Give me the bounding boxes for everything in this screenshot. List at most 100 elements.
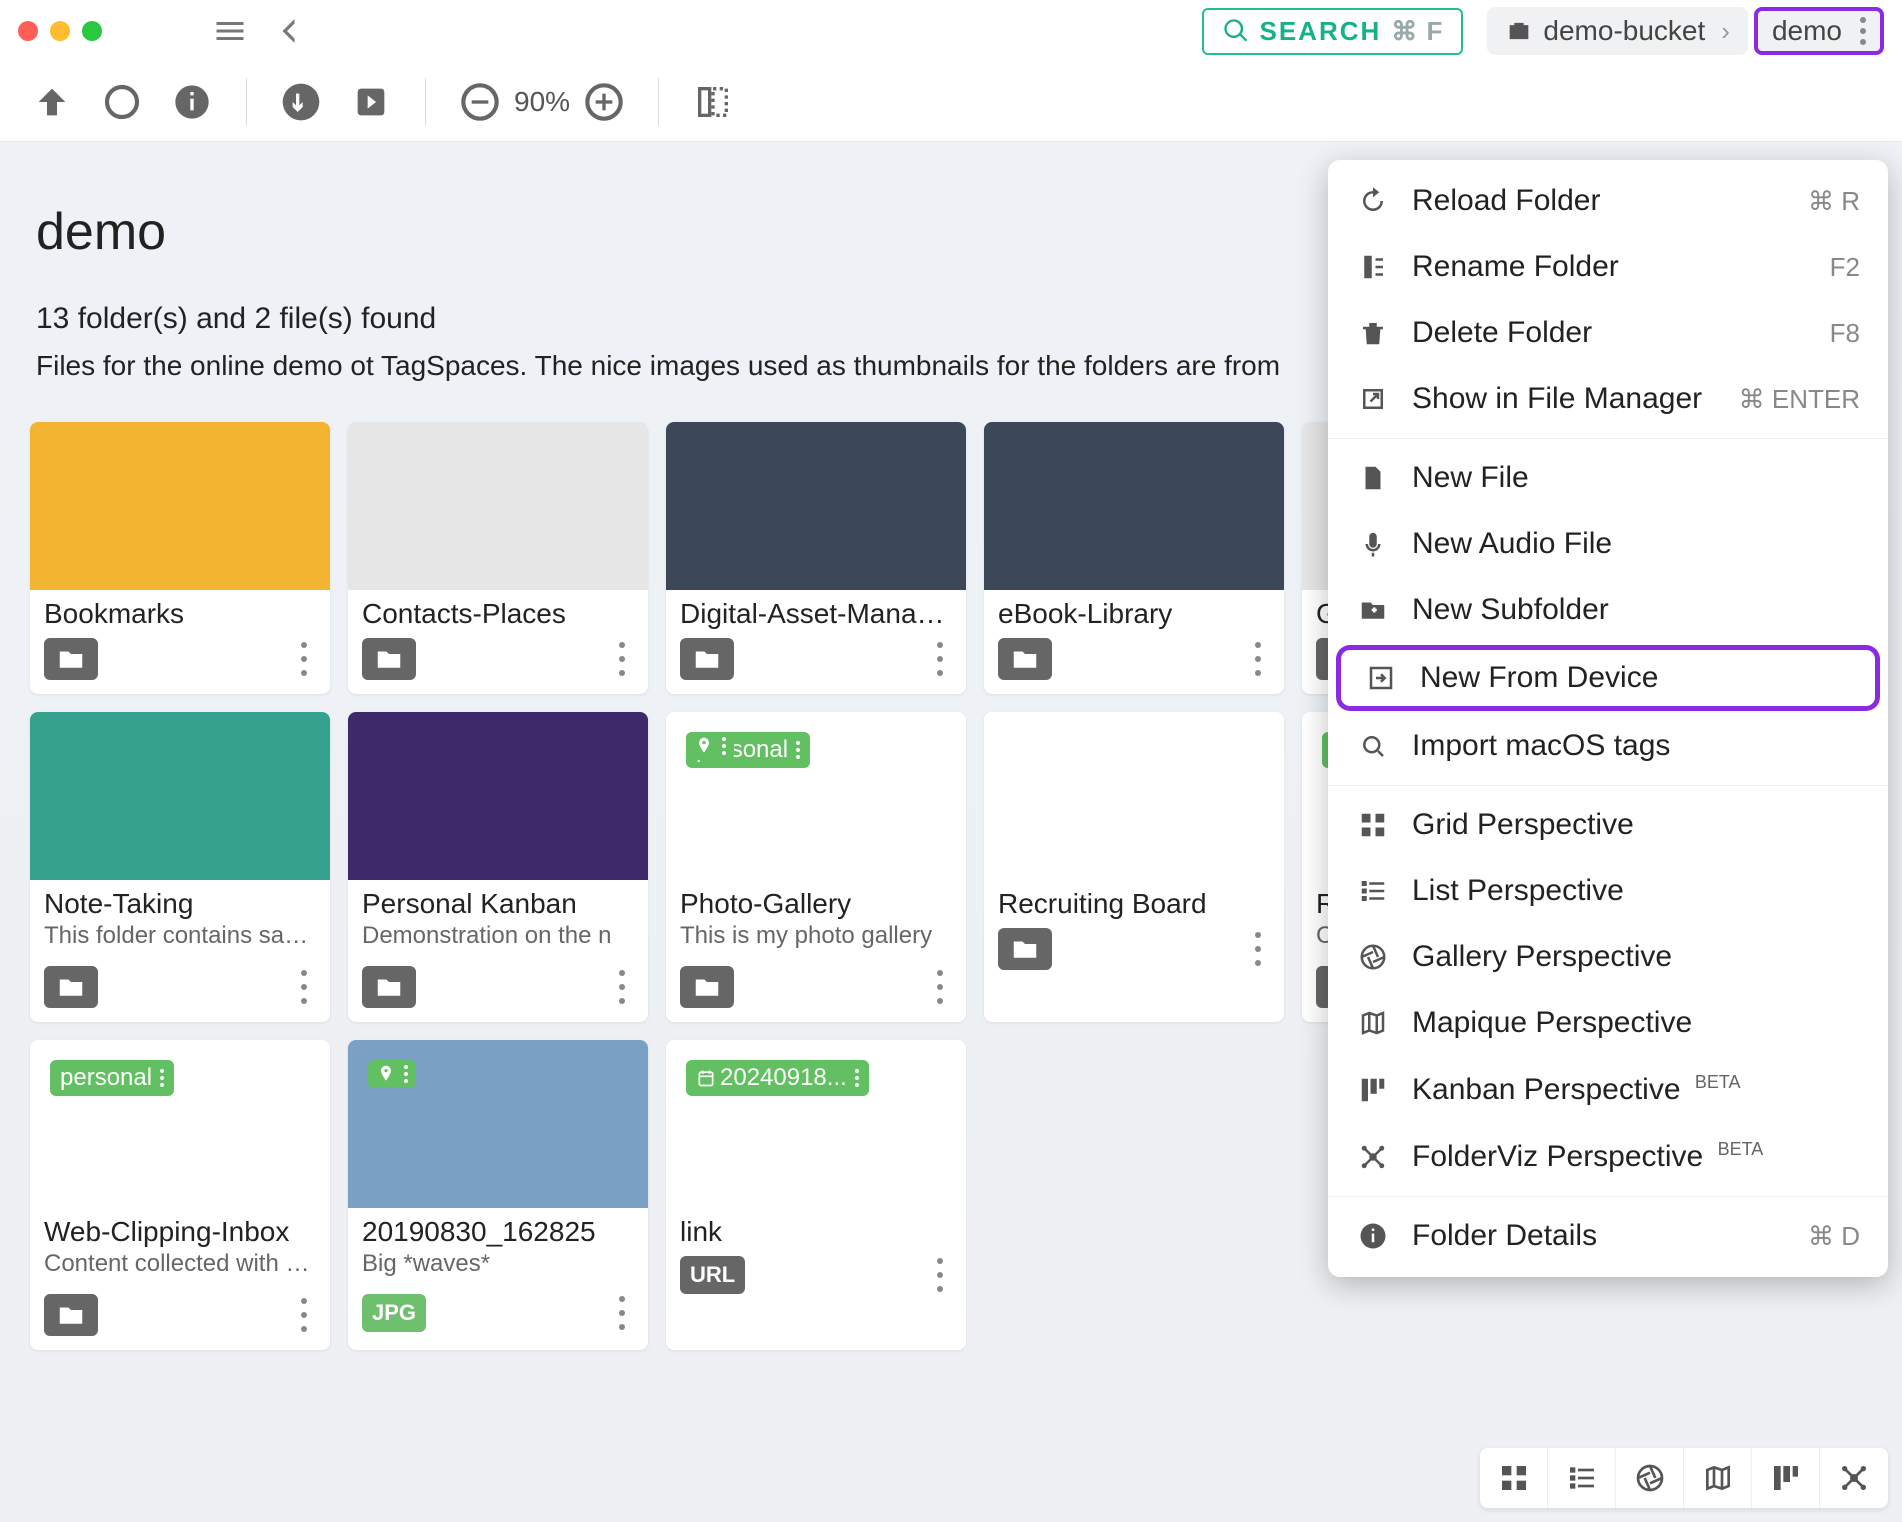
card-menu-icon[interactable] (610, 1296, 634, 1330)
card-photo-gallery[interactable]: personalPhoto-GalleryThis is my photo ga… (666, 712, 966, 1022)
perspective-list-button[interactable] (1548, 1448, 1616, 1508)
menu-label: New Subfolder (1412, 593, 1609, 627)
perspective-graph-button[interactable] (1820, 1448, 1888, 1508)
back-arrow-icon[interactable] (266, 7, 314, 55)
breadcrumb-root[interactable]: demo-bucket › (1487, 7, 1748, 55)
breadcrumb-current[interactable]: demo (1754, 7, 1884, 55)
folder-badge-icon (44, 1294, 98, 1336)
menu-label: Import macOS tags (1412, 729, 1670, 763)
card-menu-icon[interactable] (928, 642, 952, 676)
layout-icon[interactable] (689, 78, 737, 126)
card-web-clipping-inbox[interactable]: personal Web-Clipping-InboxContent collec… (30, 1040, 330, 1350)
card-digital-asset-management[interactable]: Digital-Asset-Management (666, 422, 966, 694)
card-menu-icon[interactable] (610, 642, 634, 676)
folder-badge-icon (362, 638, 416, 680)
menu-label: New Audio File (1412, 527, 1612, 561)
select-circle-icon[interactable] (98, 78, 146, 126)
menu-new-file[interactable]: New File (1328, 445, 1888, 511)
folder-context-menu: Reload Folder⌘ RRename FolderF2Delete Fo… (1328, 160, 1888, 1277)
menu-rename-folder[interactable]: Rename FolderF2 (1328, 234, 1888, 300)
folder-badge-icon (998, 638, 1052, 680)
folder-badge-icon (44, 638, 98, 680)
menu-import-macos-tags[interactable]: Import macOS tags (1328, 713, 1888, 779)
menu-label: Show in File Manager (1412, 382, 1702, 416)
menu-gallery-perspective[interactable]: Gallery Perspective (1328, 924, 1888, 990)
breadcrumb-menu-icon[interactable] (1860, 17, 1866, 45)
card-thumb (984, 712, 1284, 880)
zoom-out-icon[interactable] (456, 78, 504, 126)
card-menu-icon[interactable] (292, 642, 316, 676)
menu-new-subfolder[interactable]: New Subfolder (1328, 577, 1888, 643)
card-menu-icon[interactable] (928, 970, 952, 1004)
menu-delete-folder[interactable]: Delete FolderF8 (1328, 300, 1888, 366)
card-note-taking[interactable]: Note-TakingThis folder contains sample n… (30, 712, 330, 1022)
perspective-grid-button[interactable] (1480, 1448, 1548, 1508)
folder-badge-icon (998, 928, 1052, 970)
info-icon (1356, 1219, 1390, 1253)
rename-icon (1356, 250, 1390, 284)
card-menu-icon[interactable] (1246, 932, 1270, 966)
menu-show-in-file-manager[interactable]: Show in File Manager⌘ ENTER (1328, 366, 1888, 432)
card-bookmarks[interactable]: Bookmarks (30, 422, 330, 694)
chevron-right-icon: › (1721, 16, 1730, 47)
card-desc: This folder contains sample notes (30, 920, 330, 958)
card-desc: Big *waves* (348, 1248, 648, 1286)
tag-date[interactable]: 20240918... (686, 1060, 869, 1096)
window-zoom[interactable] (82, 21, 102, 41)
card-ebook-library[interactable]: eBook-Library (984, 422, 1284, 694)
window-minimize[interactable] (50, 21, 70, 41)
card-contacts-places[interactable]: Contacts-Places (348, 422, 648, 694)
card-menu-icon[interactable] (292, 1298, 316, 1332)
card-desc: Content collected with the web clipper (30, 1248, 330, 1286)
tag-personal[interactable]: personal (50, 1060, 174, 1096)
menu-label: Gallery Perspective (1412, 940, 1672, 974)
card-thumb (984, 422, 1284, 590)
trash-icon (1356, 316, 1390, 350)
menu-kanban-perspective[interactable]: Kanban Perspective BETA (1328, 1056, 1888, 1123)
card-thumb (30, 712, 330, 880)
menu-reload-folder[interactable]: Reload Folder⌘ R (1328, 168, 1888, 234)
card-menu-icon[interactable] (292, 970, 316, 1004)
aperture-icon (1356, 940, 1390, 974)
card-20190830-162825[interactable]: 20190830_162825Big *waves*JPG (348, 1040, 648, 1350)
card-menu-icon[interactable] (1246, 642, 1270, 676)
nav-up-icon[interactable] (28, 78, 76, 126)
menu-new-from-device[interactable]: New From Device (1336, 645, 1880, 711)
perspective-aperture-button[interactable] (1616, 1448, 1684, 1508)
card-link[interactable]: 20240918...linkURL (666, 1040, 966, 1350)
card-desc: This is my photo gallery (666, 920, 966, 958)
card-title: Web-Clipping-Inbox (30, 1208, 330, 1248)
tag-geo[interactable] (686, 732, 734, 760)
menu-label: Kanban Perspective BETA (1412, 1072, 1741, 1107)
menu-new-audio-file[interactable]: New Audio File (1328, 511, 1888, 577)
card-title: link (666, 1208, 966, 1248)
perspective-map-button[interactable] (1684, 1448, 1752, 1508)
menu-mapique-perspective[interactable]: Mapique Perspective (1328, 990, 1888, 1056)
card-menu-icon[interactable] (928, 1258, 952, 1292)
menu-folder-details[interactable]: Folder Details⌘ D (1328, 1203, 1888, 1269)
export-icon[interactable] (347, 78, 395, 126)
sort-icon[interactable] (277, 78, 325, 126)
card-menu-icon[interactable] (610, 970, 634, 1004)
zoom-in-icon[interactable] (580, 78, 628, 126)
card-recruiting-board[interactable]: Recruiting Board (984, 712, 1284, 1022)
grid-icon (1356, 808, 1390, 842)
menu-label: Grid Perspective (1412, 808, 1634, 842)
breadcrumb: demo-bucket › demo (1487, 7, 1884, 55)
hamburger-icon[interactable] (206, 7, 254, 55)
menu-grid-perspective[interactable]: Grid Perspective (1328, 792, 1888, 858)
search-button[interactable]: SEARCH ⌘ F (1202, 8, 1464, 55)
list-icon (1356, 874, 1390, 908)
card-thumb (348, 422, 648, 590)
menu-folderviz-perspective[interactable]: FolderViz Perspective BETA (1328, 1123, 1888, 1190)
tag-geo[interactable] (368, 1060, 416, 1088)
window-close[interactable] (18, 21, 38, 41)
menu-list-perspective[interactable]: List Perspective (1328, 858, 1888, 924)
kanban-icon (1356, 1073, 1390, 1107)
menu-label: List Perspective (1412, 874, 1624, 908)
reload-icon (1356, 184, 1390, 218)
info-icon[interactable] (168, 78, 216, 126)
card-personal-kanban[interactable]: Personal KanbanDemonstration on the n (348, 712, 648, 1022)
zoom-percent: 90% (514, 86, 570, 118)
perspective-kanban-button[interactable] (1752, 1448, 1820, 1508)
